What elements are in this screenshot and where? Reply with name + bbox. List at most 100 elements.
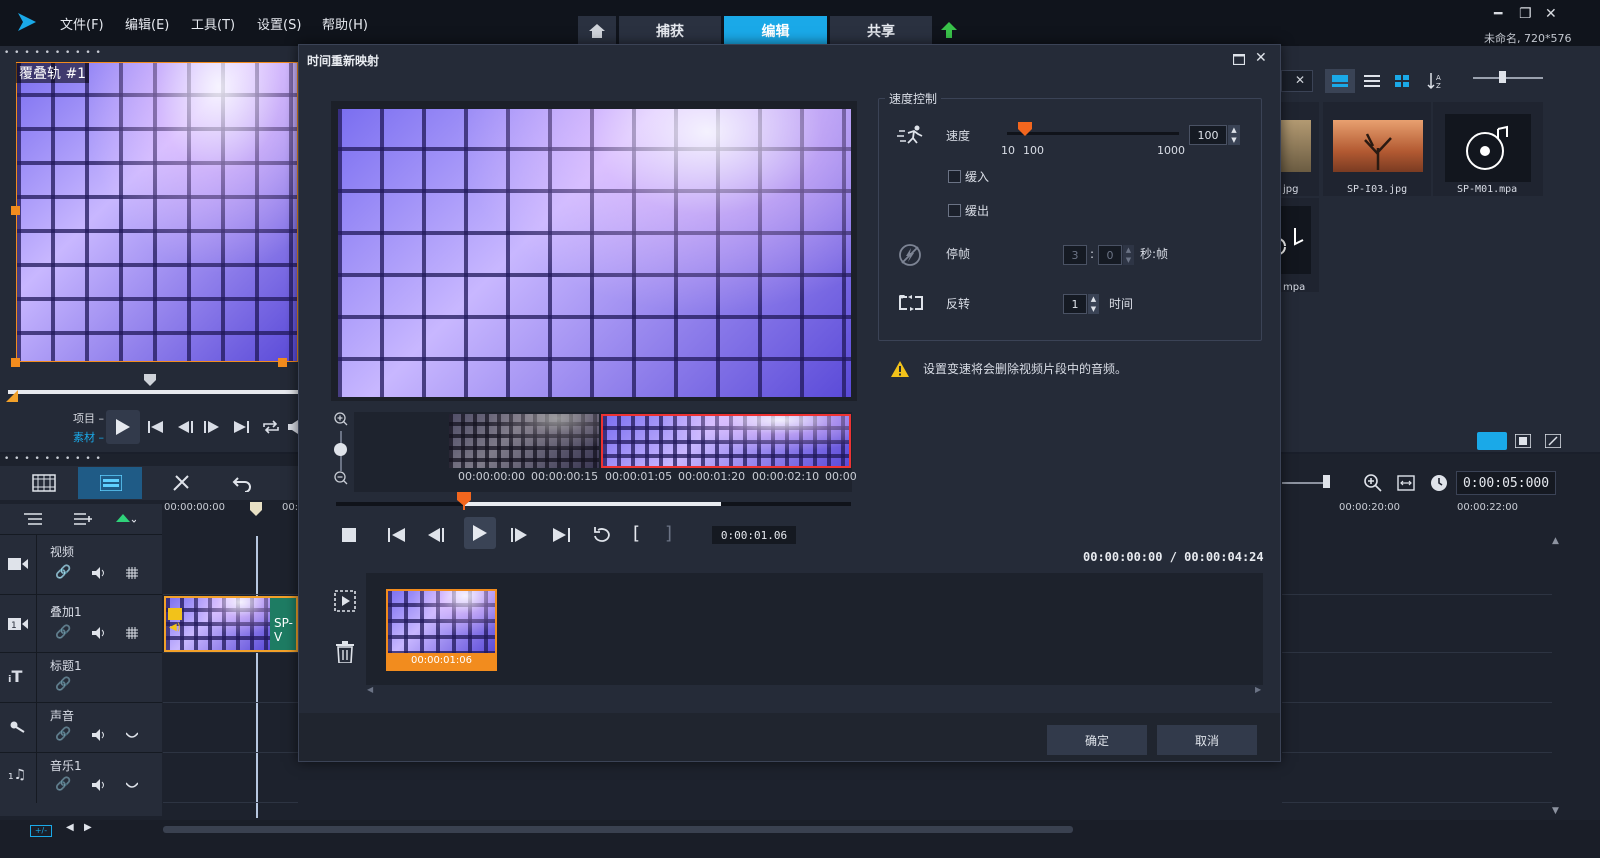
panel-layout-icon[interactable]	[1515, 434, 1531, 448]
bin-scroll-left-icon[interactable]: ◀	[367, 685, 373, 694]
trash-icon[interactable]	[336, 641, 354, 663]
maximize-icon[interactable]	[1233, 54, 1245, 65]
grid-pattern-icon[interactable]	[126, 627, 138, 639]
fit-timeline-icon[interactable]	[1397, 475, 1415, 491]
track-lanes-right[interactable]	[1282, 534, 1552, 816]
dialog-scrub-range[interactable]	[463, 502, 721, 506]
playhead-icon[interactable]	[250, 502, 262, 516]
stop-button[interactable]	[342, 528, 356, 542]
link-icon[interactable]: 🔗	[55, 777, 71, 792]
zoom-in-icon[interactable]	[1364, 474, 1382, 492]
go-start-icon[interactable]	[388, 528, 406, 542]
freeze-frames-input[interactable]: 0	[1098, 245, 1122, 265]
go-end-icon[interactable]	[553, 528, 571, 542]
menu-edit[interactable]: 编辑(E)	[125, 14, 169, 33]
sort-icon[interactable]: AZ	[1427, 72, 1443, 90]
track-manager-icon[interactable]	[24, 512, 42, 526]
zoom-slider-handle[interactable]	[1323, 475, 1330, 488]
volume-icon[interactable]	[92, 627, 106, 639]
home-tab[interactable]	[578, 16, 616, 46]
view-list-button[interactable]	[1357, 69, 1387, 93]
prev-frame-icon[interactable]	[428, 528, 446, 542]
scroll-right-icon[interactable]: ▶	[84, 822, 92, 833]
track-scale-icon[interactable]: +/-	[30, 825, 52, 837]
play-button[interactable]	[106, 410, 140, 444]
repeat-icon[interactable]	[262, 419, 280, 435]
speed-spinner[interactable]: ▲ ▼	[1228, 125, 1240, 145]
edit-icon[interactable]	[1545, 434, 1561, 448]
dialog-close-icon[interactable]: ✕	[1255, 50, 1267, 66]
freeze-spinner[interactable]: ▲ ▼	[1123, 245, 1134, 265]
mode-clip[interactable]: 素材 –	[73, 429, 104, 445]
mode-project[interactable]: 项目 –	[73, 410, 104, 426]
dialog-play-button[interactable]	[464, 517, 496, 549]
link-icon[interactable]: 🔗	[55, 677, 71, 692]
ease-in-checkbox[interactable]	[948, 170, 961, 183]
zoom-in-icon[interactable]	[334, 412, 348, 426]
prev-frame-icon[interactable]	[178, 420, 194, 434]
menu-file[interactable]: 文件(F)	[60, 14, 104, 33]
link-icon[interactable]: 🔗	[55, 625, 71, 640]
volume-icon[interactable]	[288, 420, 298, 434]
tools-icon[interactable]	[172, 474, 192, 492]
go-end-icon[interactable]	[234, 420, 250, 434]
tab-capture[interactable]: 捕获	[619, 16, 721, 46]
restore-icon[interactable]: ❐	[1519, 6, 1532, 22]
upload-arrow-icon[interactable]	[941, 22, 957, 38]
resize-handle[interactable]	[278, 358, 287, 367]
minimize-icon[interactable]: ━	[1494, 6, 1502, 22]
scroll-left-icon[interactable]: ◀	[66, 822, 74, 833]
menu-tools[interactable]: 工具(T)	[191, 14, 235, 33]
scrub-bar[interactable]	[8, 390, 298, 394]
wave-icon[interactable]	[126, 731, 138, 739]
add-track-icon[interactable]	[74, 512, 92, 526]
ok-button[interactable]: 确定	[1047, 725, 1147, 755]
track-header-overlay[interactable]: 1 叠加1 🔗	[0, 594, 162, 653]
clip-item[interactable]: 00:00:01:06	[386, 589, 497, 671]
library-options-button[interactable]	[1477, 432, 1507, 450]
volume-icon[interactable]	[92, 729, 106, 741]
horizontal-scrollbar[interactable]	[163, 826, 1073, 833]
thumb-size-handle[interactable]	[1499, 71, 1506, 83]
link-icon[interactable]: 🔗	[55, 565, 71, 580]
ripple-edit-icon[interactable]	[116, 512, 136, 526]
undo-icon[interactable]	[232, 474, 252, 492]
mark-out-icon[interactable]: ]	[665, 523, 672, 544]
library-item[interactable]: SP-M01.mpa	[1433, 102, 1543, 196]
bin-scroll-right-icon[interactable]: ▶	[1255, 685, 1261, 694]
cancel-button[interactable]: 取消	[1157, 725, 1257, 755]
library-item[interactable]: mpa	[1281, 198, 1319, 293]
mark-in-icon[interactable]: [	[633, 523, 640, 544]
split-clip-icon[interactable]	[334, 589, 356, 613]
clear-search-icon[interactable]: ✕	[1295, 73, 1305, 87]
next-frame-icon[interactable]	[511, 528, 529, 542]
current-timecode[interactable]: 0:00:01.06	[712, 526, 796, 544]
speed-slider-handle-icon[interactable]	[1018, 122, 1032, 136]
scrub-marker-icon[interactable]	[144, 374, 156, 386]
storyboard-view-icon[interactable]	[32, 474, 56, 492]
grid-pattern-icon[interactable]	[126, 567, 138, 579]
speed-input[interactable]: 100	[1189, 125, 1227, 145]
track-header-video[interactable]: 视频 🔗	[0, 534, 162, 595]
repeat-icon[interactable]	[592, 526, 612, 544]
track-lanes[interactable]	[163, 534, 298, 816]
track-header-music[interactable]: ₁♫ 音乐1 🔗	[0, 752, 162, 803]
ease-out-checkbox[interactable]	[948, 204, 961, 217]
speed-slider[interactable]	[1007, 132, 1179, 135]
trim-start-icon[interactable]	[6, 390, 18, 402]
menu-settings[interactable]: 设置(S)	[257, 14, 301, 33]
link-icon[interactable]: 🔗	[55, 727, 71, 742]
duration-display[interactable]: 0:00:05:000	[1456, 471, 1556, 495]
timeline-view-button[interactable]	[78, 467, 142, 499]
wave-icon[interactable]	[126, 781, 138, 789]
overlay-clip[interactable]: SP-V	[164, 596, 298, 652]
volume-icon[interactable]	[92, 567, 106, 579]
track-header-title[interactable]: ᵢT 标题1 🔗	[0, 652, 162, 703]
reverse-count-input[interactable]: 1	[1063, 294, 1087, 314]
library-item[interactable]: SP-I03.jpg	[1323, 102, 1431, 196]
scroll-up-icon[interactable]: ▲	[1552, 536, 1559, 546]
tab-share[interactable]: 共享	[830, 16, 932, 46]
scroll-down-icon[interactable]: ▼	[1552, 806, 1559, 816]
thumb-size-slider[interactable]	[1473, 77, 1543, 79]
track-header-voice[interactable]: 声音 🔗	[0, 702, 162, 753]
